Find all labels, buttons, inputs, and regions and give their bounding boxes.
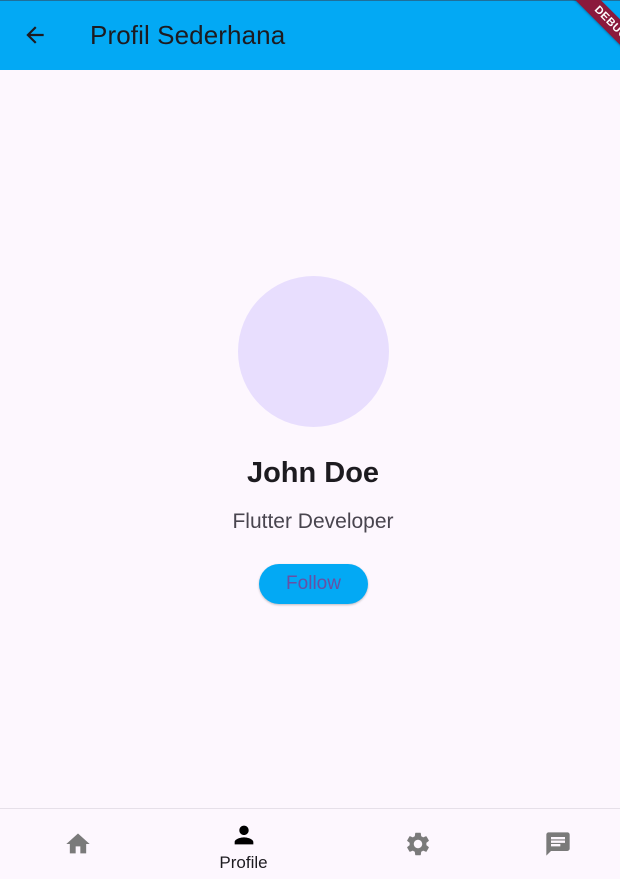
page-title: Profil Sederhana [90, 20, 286, 50]
nav-item-chat[interactable] [480, 809, 620, 879]
debug-banner: DEBUG [550, 0, 620, 70]
app-bar: Profil Sederhana [0, 0, 620, 70]
profile-name: John Doe [246, 457, 380, 489]
back-button[interactable] [15, 15, 55, 55]
avatar [238, 276, 389, 427]
nav-item-settings[interactable] [340, 809, 495, 879]
nav-item-profile-label: Profile [219, 853, 268, 872]
debug-banner-label: DEBUG [565, 0, 620, 69]
nav-item-home[interactable] [0, 809, 155, 879]
home-icon [64, 830, 92, 858]
person-icon [230, 821, 258, 849]
chat-icon [544, 830, 572, 858]
profile-role: Flutter Developer [232, 510, 394, 533]
follow-button[interactable]: Follow [259, 564, 368, 604]
arrow-back-icon [26, 26, 44, 44]
gear-icon [404, 830, 432, 858]
bottom-navigation-bar: Profile [0, 808, 620, 878]
nav-item-profile[interactable]: Profile [166, 809, 321, 879]
